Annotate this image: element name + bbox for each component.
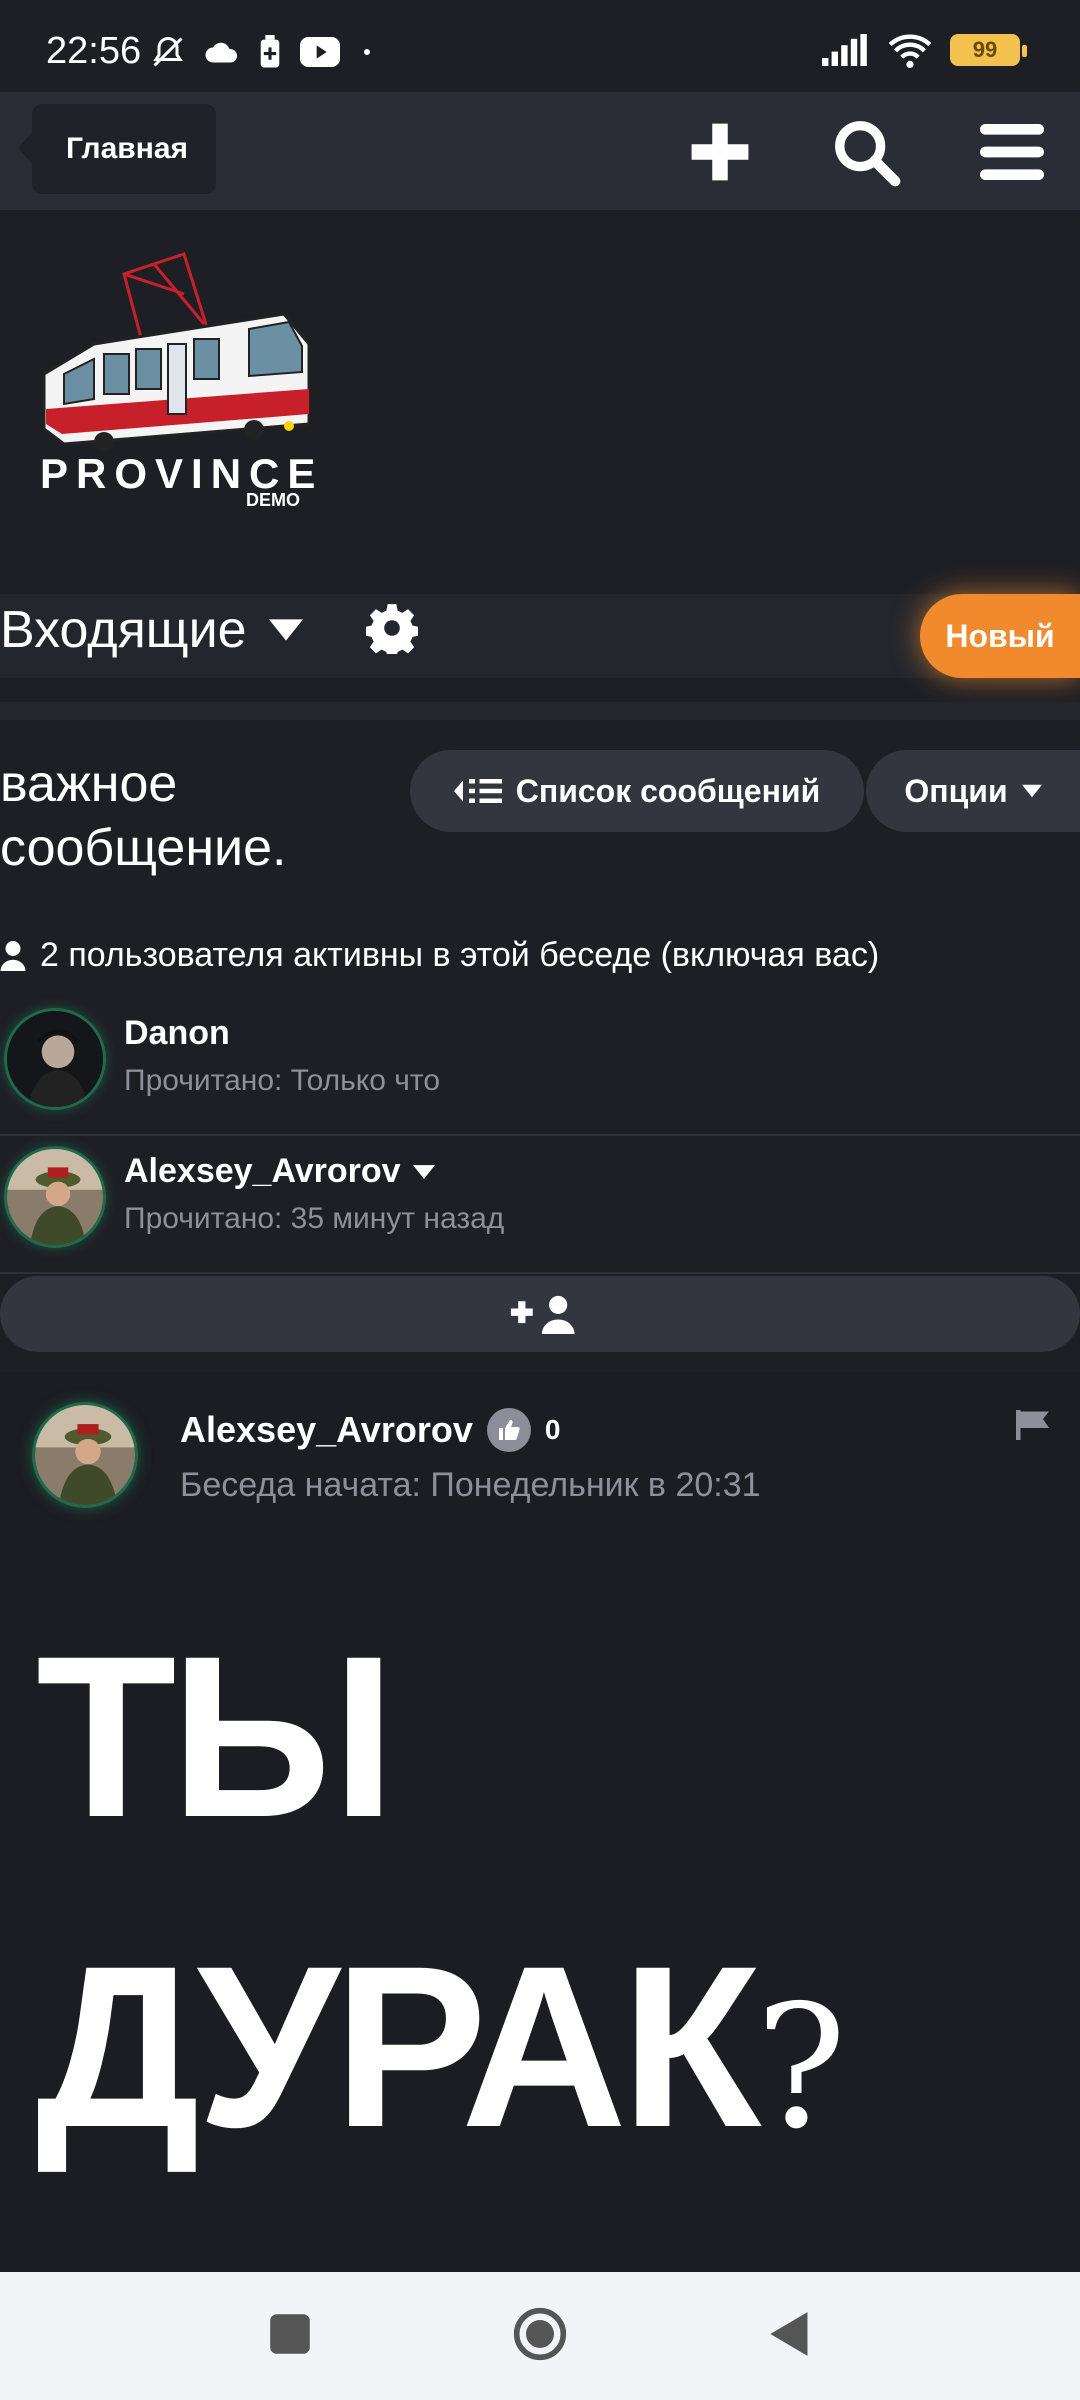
- home-breadcrumb[interactable]: Главная: [17, 104, 217, 194]
- options-button[interactable]: Опции: [866, 750, 1080, 832]
- plus-icon[interactable]: [680, 112, 760, 192]
- participant-name[interactable]: Alexsey_Avrorov: [124, 1152, 435, 1191]
- status-bar: 22:56 99: [0, 0, 1080, 92]
- mute-bell-icon: [153, 36, 183, 67]
- gear-icon[interactable]: [364, 602, 420, 659]
- message-meta: Беседа начата: Понедельник в 20:31: [180, 1466, 761, 1504]
- logo-subtext: DEMO: [246, 490, 300, 510]
- participant-read-status: Прочитано: 35 минут назад: [124, 1202, 505, 1235]
- menu-icon[interactable]: [972, 112, 1052, 192]
- search-icon[interactable]: [826, 112, 906, 192]
- caret-down-icon: [268, 619, 303, 641]
- avatar[interactable]: [32, 1402, 138, 1508]
- conversation-title: важное сообщение.: [0, 755, 287, 877]
- cloud-icon: [205, 42, 238, 63]
- add-user-icon: [510, 1295, 575, 1334]
- user-icon: [0, 940, 26, 971]
- active-users-line: 2 пользователя активны в этой беседе (вк…: [0, 936, 879, 975]
- battery-saver-icon: [260, 35, 280, 68]
- participant-name[interactable]: Danon: [124, 1014, 230, 1053]
- wifi-icon: [888, 34, 932, 68]
- message-author: Alexsey_Avrorov 0: [180, 1408, 560, 1452]
- message-text-line1: ТЫ: [36, 1608, 396, 1865]
- dot-icon: [364, 49, 370, 55]
- participant-row[interactable]: Alexsey_Avrorov Прочитано: 35 минут наза…: [0, 1138, 1080, 1274]
- status-icons-right: 99: [822, 32, 1027, 68]
- participant-row[interactable]: Danon Прочитано: Только что: [0, 1000, 1080, 1136]
- message-text-line2: ДУРАК?: [36, 1918, 847, 2175]
- list-back-icon: [453, 779, 502, 803]
- signal-icon: [822, 34, 867, 66]
- options-label: Опции: [904, 772, 1008, 809]
- message-post: Alexsey_Avrorov 0 Беседа начата: Понедел…: [0, 1372, 1080, 2272]
- message-author-name[interactable]: Alexsey_Avrorov: [180, 1409, 473, 1451]
- tram-logo-icon: [42, 252, 311, 452]
- avatar[interactable]: [4, 1008, 106, 1110]
- inbox-bar: Входящие Новый: [0, 594, 1080, 678]
- caret-down-icon: [1021, 784, 1042, 798]
- add-participant-button[interactable]: [0, 1276, 1080, 1352]
- message-list-button[interactable]: Список сообщений: [410, 750, 864, 832]
- back-button[interactable]: [768, 2310, 812, 2363]
- battery-icon: 99: [950, 34, 1027, 66]
- home-button[interactable]: [512, 2306, 568, 2367]
- site-header: PROVINCE DEMO: [0, 210, 1080, 590]
- status-time: 22:56: [46, 30, 142, 72]
- inbox-dropdown[interactable]: Входящие: [0, 600, 303, 660]
- message-list-label: Список сообщений: [515, 772, 821, 809]
- inbox-title: Входящие: [0, 601, 247, 659]
- status-icons-left: [150, 34, 370, 70]
- new-conversation-button[interactable]: Новый: [920, 594, 1080, 678]
- active-users-text: 2 пользователя активны в этой беседе (вк…: [40, 936, 880, 974]
- youtube-icon: [300, 37, 340, 67]
- top-navbar: Главная: [0, 92, 1080, 210]
- divider: [0, 702, 1080, 720]
- thumbs-up-icon: [486, 1408, 531, 1452]
- caret-down-icon[interactable]: [412, 1164, 435, 1179]
- like-count: 0: [544, 1414, 561, 1445]
- android-navigation-bar: [0, 2272, 1080, 2400]
- report-flag-icon[interactable]: [1016, 1410, 1052, 1445]
- recents-button[interactable]: [268, 2312, 312, 2361]
- participant-read-status: Прочитано: Только что: [124, 1064, 441, 1097]
- avatar[interactable]: [4, 1146, 106, 1248]
